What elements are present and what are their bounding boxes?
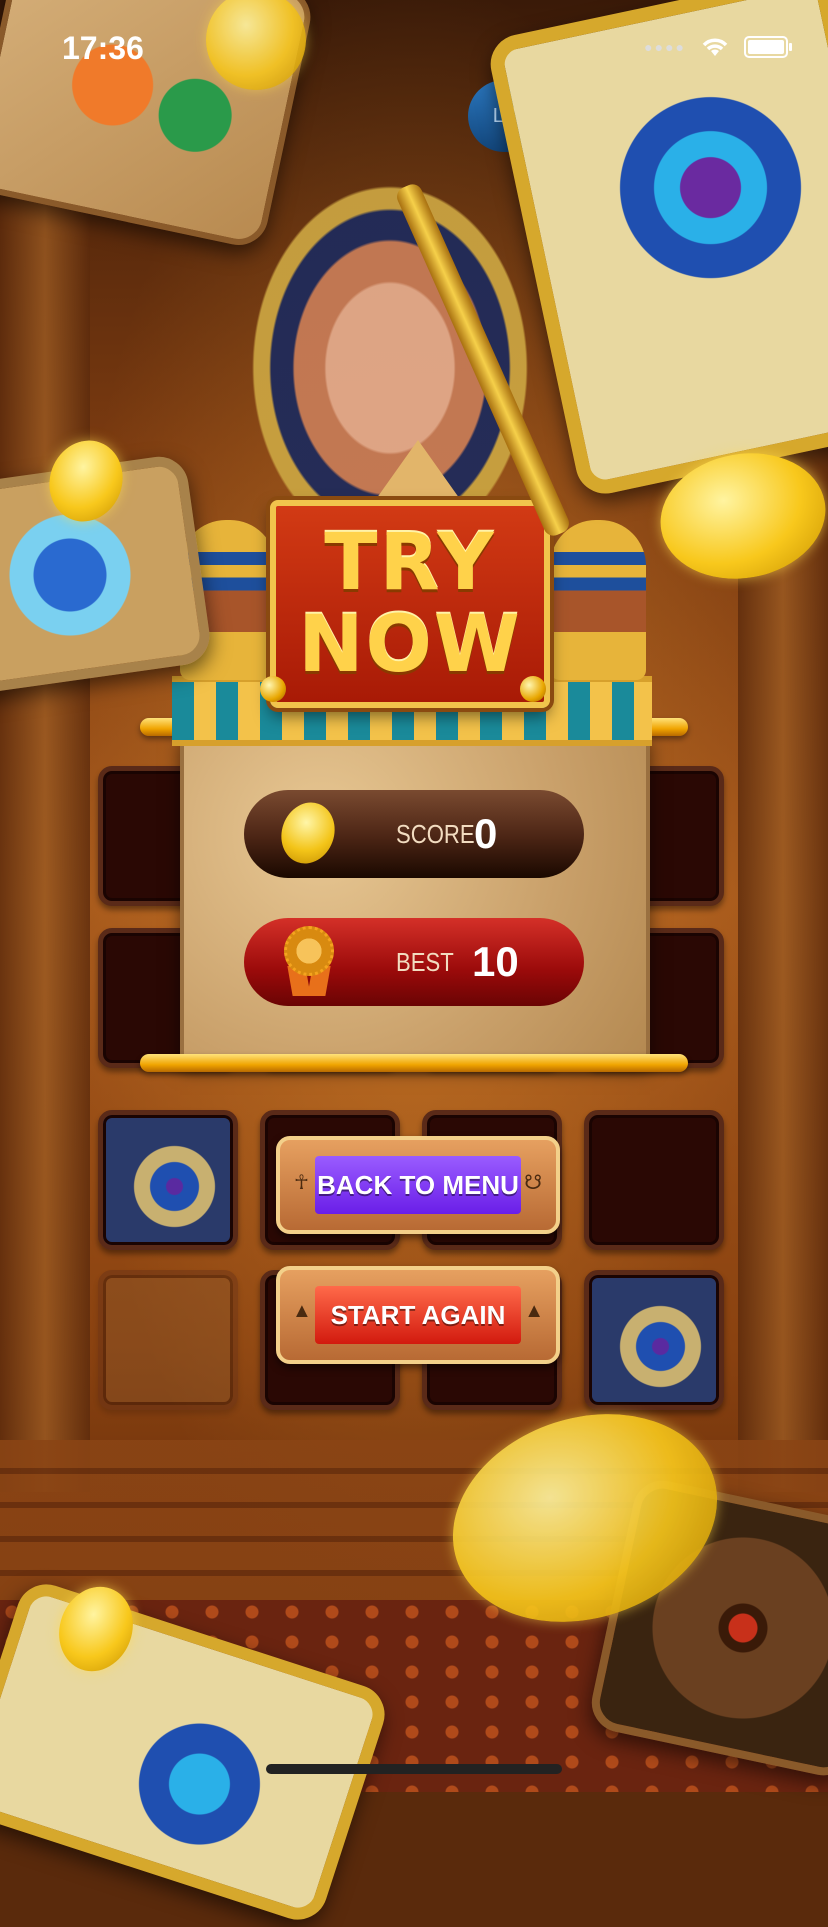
best-display: BEST 10 (244, 918, 584, 1006)
banner-line-2: NOW (298, 600, 522, 690)
pharaoh-bust-right (550, 520, 646, 680)
result-panel (180, 735, 650, 1065)
score-display: SCORE 0 (244, 790, 584, 878)
start-again-button[interactable]: ▲ START AGAIN ▲ (276, 1266, 560, 1364)
ankh-icon: ☥ (294, 1172, 309, 1194)
score-value: 0 (474, 810, 498, 857)
wifi-icon (702, 38, 728, 56)
battery-icon (744, 36, 792, 58)
board-tile-cleared[interactable] (98, 1270, 238, 1410)
scroll-rod-bottom (140, 1054, 688, 1072)
board-tile[interactable] (584, 1110, 724, 1250)
try-now-banner: TRY NOW (270, 500, 550, 708)
board-tile-eye[interactable] (98, 1110, 238, 1250)
gold-stud-icon (520, 676, 546, 702)
left-pillar (0, 180, 90, 1492)
pyramid-icon: ▲ (292, 1300, 312, 1322)
medal-icon (284, 926, 334, 998)
start-again-label: START AGAIN (315, 1286, 521, 1344)
status-time: 17:36 (62, 30, 144, 66)
signal-icon: ●●●● (644, 39, 686, 55)
pyramid-icon: ▲ (524, 1300, 544, 1322)
coin-icon (272, 794, 344, 872)
back-to-menu-label: BACK TO MENU (315, 1156, 521, 1214)
gold-stud-icon (260, 676, 286, 702)
status-bar: 17:36 ●●●● (0, 0, 828, 100)
best-value: 10 (472, 938, 519, 985)
best-label: BEST (396, 946, 454, 977)
pyramid-ornament (374, 440, 462, 502)
swirl-icon: ☋ (524, 1172, 542, 1194)
home-indicator[interactable] (266, 1764, 562, 1774)
score-label: SCORE (396, 818, 475, 849)
banner-line-1: TRY (324, 518, 496, 608)
board-tile-eye[interactable] (584, 1270, 724, 1410)
back-to-menu-button[interactable]: ☥ BACK TO MENU ☋ (276, 1136, 560, 1234)
status-icons: ●●●● (644, 36, 792, 58)
